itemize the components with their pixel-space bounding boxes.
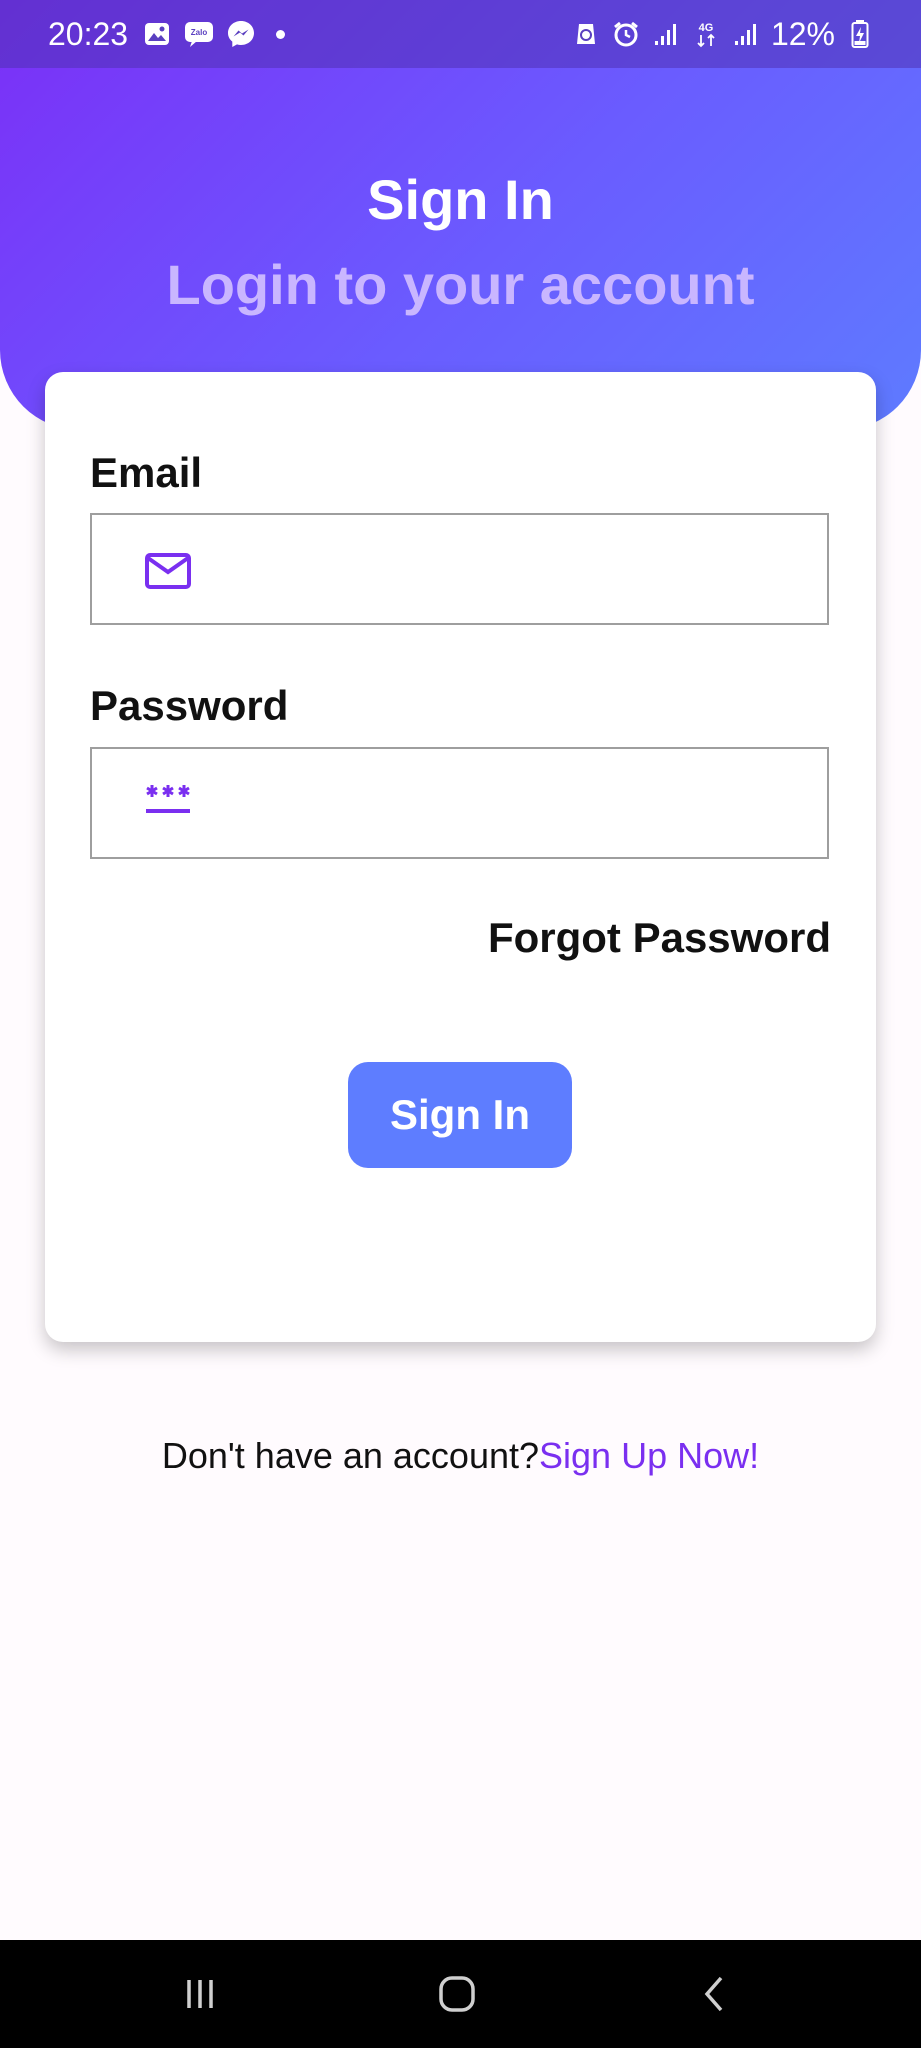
email-label: Email <box>90 449 203 496</box>
page-subtitle: Login to your account <box>166 253 755 316</box>
email-field[interactable] <box>90 513 829 625</box>
sign-in-button[interactable]: Sign In <box>348 1062 572 1168</box>
page-title: Sign In <box>367 168 554 231</box>
svg-text:4G: 4G <box>699 22 714 34</box>
forgot-password-link[interactable]: Forgot Password <box>488 912 831 964</box>
mail-icon <box>144 551 192 591</box>
4g-icon: 4G <box>691 19 721 49</box>
password-input[interactable] <box>222 749 816 859</box>
status-time: 20:23 <box>48 16 129 52</box>
password-icon <box>144 781 192 821</box>
back-icon[interactable] <box>685 1964 745 2024</box>
status-bar: 20:23 Zalo 4G 12% <box>0 0 921 68</box>
svg-text:Zalo: Zalo <box>191 28 208 37</box>
recent-apps-icon[interactable] <box>170 1964 230 2024</box>
sign-up-link[interactable]: Sign Up Now! <box>539 1435 759 1476</box>
status-left-icons: Zalo <box>142 18 285 50</box>
status-right-icons: 4G 12% <box>571 16 875 52</box>
gallery-icon <box>142 19 172 49</box>
zalo-icon: Zalo <box>184 19 214 49</box>
signal-icon <box>731 19 761 49</box>
password-field[interactable] <box>90 747 829 859</box>
alarm-icon <box>611 19 641 49</box>
signup-prompt: Don't have an account?Sign Up Now! <box>0 1432 921 1480</box>
recycle-icon <box>571 19 601 49</box>
notification-dot <box>276 29 285 39</box>
battery-charging-icon <box>845 19 875 49</box>
navigation-bar <box>0 1940 921 2048</box>
password-label: Password <box>90 682 289 729</box>
signal-icon <box>651 19 681 49</box>
signup-prompt-text: Don't have an account? <box>161 1435 540 1476</box>
sign-in-card: Email Password Forgot Password Sign In <box>45 372 876 1342</box>
home-icon[interactable] <box>427 1964 487 2024</box>
messenger-icon <box>226 19 256 49</box>
battery-percentage: 12% <box>770 16 835 52</box>
email-input[interactable] <box>222 515 816 625</box>
